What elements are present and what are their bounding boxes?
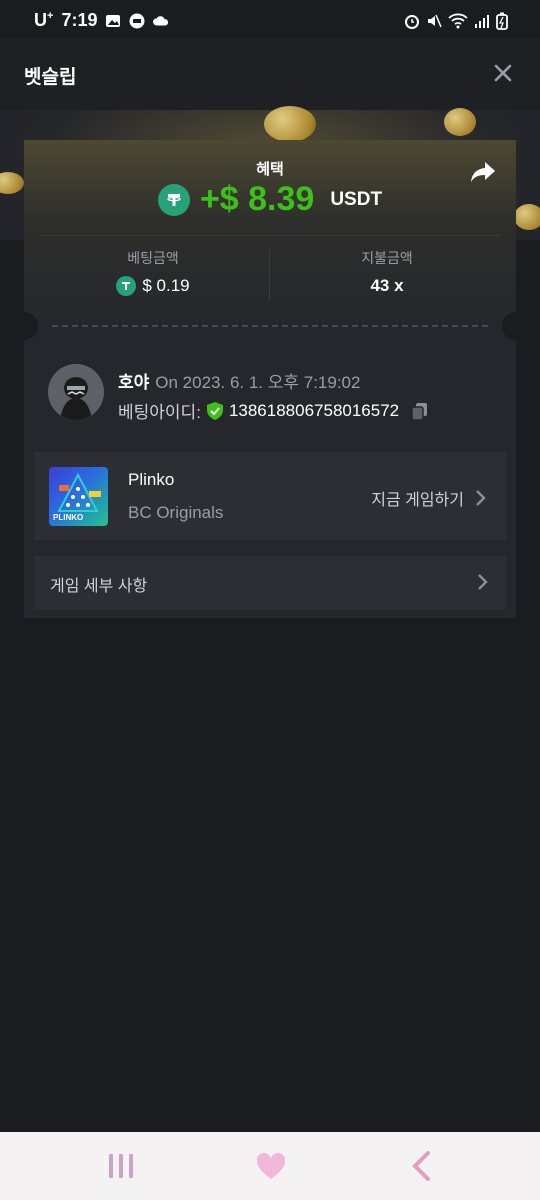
payout-column: 지불금액 43 x xyxy=(272,248,502,296)
avatar[interactable] xyxy=(48,364,104,420)
chevron-right-icon xyxy=(478,574,488,590)
bet-id-label: 베팅아이디: xyxy=(118,403,201,422)
bet-amount-column: 베팅금액 $ 0.19 xyxy=(38,248,268,296)
divider xyxy=(40,235,500,236)
system-nav-bar xyxy=(0,1132,540,1200)
coin-decoration xyxy=(264,106,316,142)
mute-icon xyxy=(428,14,442,28)
username[interactable]: 호야 xyxy=(118,373,149,392)
shield-check-icon xyxy=(206,401,223,420)
payout-value: 43 x xyxy=(370,276,404,295)
game-details-label: 게임 세부 사항 xyxy=(50,578,148,595)
tether-icon xyxy=(116,276,137,296)
home-icon[interactable] xyxy=(254,1150,288,1182)
lock-app-icon xyxy=(129,13,145,28)
play-now-link[interactable]: 지금 게임하기 xyxy=(371,486,486,510)
bet-slip-card: 혜택 +$ 8.39 USDT 베팅금액 $ 0.19 지불금액 43 x 호야… xyxy=(10,140,530,618)
status-bar: U+ 7:19 xyxy=(0,0,540,38)
game-row[interactable]: PLINKO Plinko BC Originals 지금 게임하기 xyxy=(34,452,506,540)
back-icon[interactable] xyxy=(404,1150,438,1182)
game-provider: BC Originals xyxy=(128,503,224,522)
divider xyxy=(269,250,270,300)
coin-decoration xyxy=(0,172,24,194)
gallery-icon xyxy=(106,14,121,27)
header: 벳슬립 xyxy=(0,38,540,110)
bet-amount-row: $ 0.19 xyxy=(38,276,268,296)
signal-icon xyxy=(475,15,489,28)
currency-label: USDT xyxy=(330,188,383,210)
play-now-label: 지금 게임하기 xyxy=(371,492,464,509)
coin-decoration xyxy=(444,108,476,136)
bet-id-value: 138618806758016572 xyxy=(228,400,400,420)
copy-icon[interactable] xyxy=(409,400,431,422)
cloud-icon xyxy=(153,15,169,25)
coin-decoration xyxy=(514,204,540,230)
game-name: Plinko xyxy=(128,470,175,489)
game-thumbnail: PLINKO xyxy=(49,467,108,526)
carrier-label: U+ xyxy=(34,10,54,30)
game-details-row[interactable]: 게임 세부 사항 xyxy=(34,556,506,610)
bet-id-line: 베팅아이디: 138618806758016572 xyxy=(118,398,431,423)
recent-apps-icon[interactable] xyxy=(104,1150,138,1182)
tether-icon xyxy=(157,183,190,216)
bet-amount-value: $ 0.19 xyxy=(142,276,190,295)
share-icon[interactable] xyxy=(470,160,496,184)
bet-timestamp: On 2023. 6. 1. 오후 7:19:02 xyxy=(155,373,361,392)
page-title: 벳슬립 xyxy=(24,67,77,88)
user-line: 호야 On 2023. 6. 1. 오후 7:19:02 xyxy=(118,368,360,393)
alarm-icon xyxy=(405,15,419,29)
profit-row: +$ 8.39 USDT xyxy=(24,180,516,219)
ticket-notch-right xyxy=(502,312,530,340)
close-icon[interactable] xyxy=(490,60,516,86)
battery-icon xyxy=(496,12,508,30)
game-thumb-text: PLINKO xyxy=(53,513,84,522)
dashed-separator xyxy=(52,325,488,327)
chevron-right-icon xyxy=(476,490,486,506)
payout-label: 지불금액 xyxy=(361,250,413,266)
benefit-label: 혜택 xyxy=(256,161,284,178)
wifi-icon xyxy=(448,13,468,29)
profit-amount: +$ 8.39 xyxy=(199,180,315,218)
ticket-notch-left xyxy=(10,312,38,340)
clock: 7:19 xyxy=(61,10,98,30)
bet-amount-label: 베팅금액 xyxy=(127,250,179,266)
